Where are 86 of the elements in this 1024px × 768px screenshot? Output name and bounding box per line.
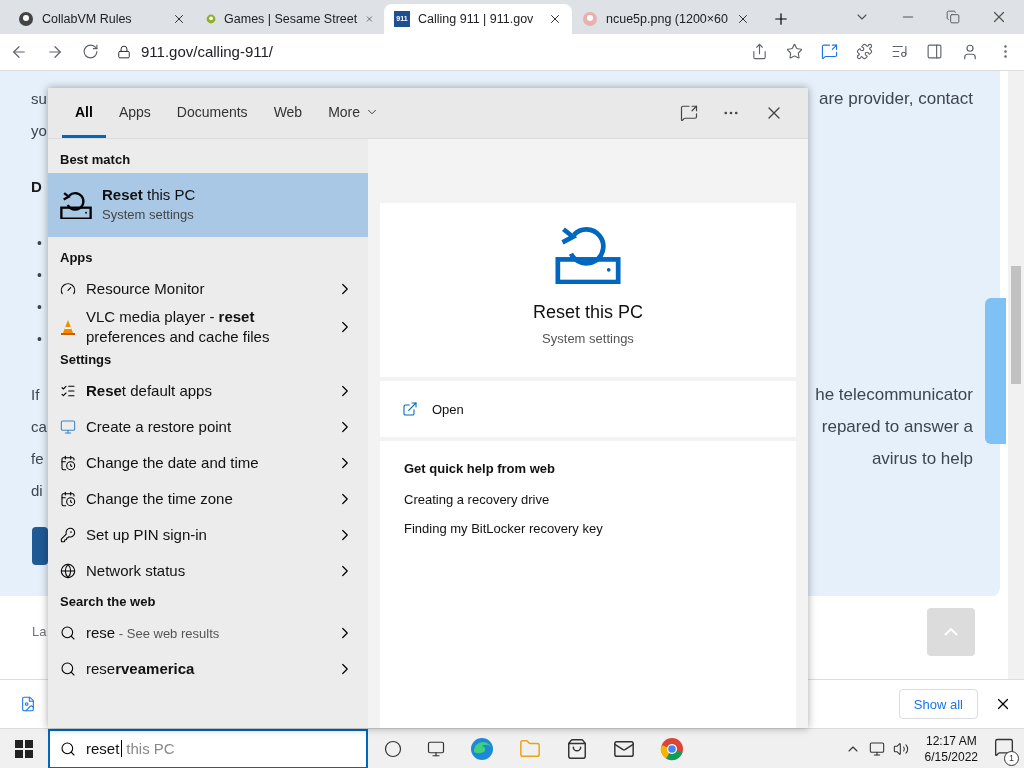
search-icon: [60, 625, 76, 641]
restore-icon[interactable]: [946, 9, 960, 24]
section-heading: Search the web: [59, 592, 157, 611]
open-icon: [402, 401, 418, 417]
windows-logo-icon[interactable]: [15, 739, 33, 758]
help-link[interactable]: Creating a recovery drive: [404, 492, 772, 507]
paragraph-text: fe: [31, 450, 44, 468]
edge-browser-icon[interactable]: [470, 736, 494, 761]
paragraph-text: ca: [31, 418, 47, 436]
bullet: •: [36, 266, 42, 283]
search-result[interactable]: Set up PIN sign-in: [48, 517, 368, 553]
monitor-icon: [60, 419, 76, 435]
feedback-icon[interactable]: [680, 104, 698, 122]
search-result[interactable]: reserveamerica: [48, 651, 368, 687]
paragraph-text: avirus to help: [871, 448, 973, 469]
calendar-clock-icon: [60, 455, 76, 471]
section-heading: Best match: [59, 150, 132, 169]
help-heading: Get quick help from web: [404, 461, 556, 476]
paragraph-text: di: [31, 482, 43, 500]
paragraph-text: he telecommunicator: [815, 384, 973, 405]
reload-icon[interactable]: [82, 43, 99, 61]
section-heading: Settings: [59, 350, 113, 369]
search-icon: [60, 661, 76, 677]
chevron-up-icon: [944, 627, 958, 636]
bullet: •: [36, 298, 42, 315]
paragraph-text: are provider, contact: [818, 88, 973, 109]
help-link[interactable]: Finding my BitLocker recovery key: [404, 521, 772, 536]
filter-tab[interactable]: All: [62, 88, 106, 138]
star-icon[interactable]: [786, 43, 803, 61]
scrollbar[interactable]: [1008, 70, 1024, 680]
file-icon: [20, 696, 36, 713]
filter-tab[interactable]: Documents: [163, 88, 261, 138]
browser-tab[interactable]: ncue5p.png (1200×60: [572, 3, 760, 34]
preview-title: Reset this PC: [532, 302, 643, 324]
page-button[interactable]: [32, 526, 48, 565]
gauge-icon: [60, 281, 76, 297]
traffic-cone-icon: [60, 319, 76, 335]
search-result[interactable]: Change the date and time: [48, 445, 368, 481]
notifications-icon[interactable]: [994, 736, 1014, 757]
chrome-browser-icon[interactable]: [660, 736, 684, 761]
store-icon[interactable]: [566, 737, 588, 760]
profile-icon[interactable]: [961, 42, 979, 61]
paragraph-text: yo: [31, 122, 47, 140]
image-favicon-icon: [582, 10, 598, 27]
reset-drive-icon: [60, 190, 92, 220]
puzzle-icon[interactable]: [856, 43, 873, 61]
section-heading: Apps: [59, 248, 94, 267]
lock-icon: [117, 44, 131, 59]
clock[interactable]: 12:17 AM 6/15/2022: [916, 732, 986, 765]
key-icon: [60, 527, 76, 543]
section-heading: D: [31, 178, 42, 196]
calendar-clock-icon: [60, 491, 76, 507]
paragraph-text: su: [31, 90, 47, 108]
search-field[interactable]: reset this PC: [48, 728, 368, 768]
side-panel-icon[interactable]: [926, 43, 943, 61]
search-result[interactable]: VLC media player - reset preferences and cache files: [48, 307, 368, 347]
share-icon[interactable]: [751, 43, 768, 61]
show-all-button[interactable]: Show all: [898, 689, 978, 720]
reset-drive-icon: [555, 225, 621, 285]
preview-subtitle: System settings: [542, 331, 634, 347]
site-favicon-icon: [18, 10, 34, 27]
address-bar[interactable]: 911.gov/calling-911/: [141, 43, 274, 61]
open-action[interactable]: Open: [402, 401, 464, 417]
list-icon: [60, 383, 76, 399]
browser-tab[interactable]: Games | Sesame Street: [196, 3, 384, 34]
bullet: •: [36, 330, 42, 347]
search-result[interactable]: Change the time zone: [48, 481, 368, 517]
paragraph-text: repared to answer a: [821, 416, 973, 437]
notification-count: 1: [1004, 750, 1019, 766]
paragraph-text: If: [31, 386, 40, 404]
search-result[interactable]: Resource Monitor: [48, 271, 368, 307]
filter-tab[interactable]: More: [315, 88, 393, 138]
search-result[interactable]: Reset default apps: [48, 373, 368, 409]
filter-tab[interactable]: Apps: [105, 88, 164, 138]
bullet: •: [36, 234, 42, 251]
search-result[interactable]: rese - See web results: [48, 615, 368, 651]
volume-icon[interactable]: [892, 740, 909, 757]
search-result[interactable]: Network status: [48, 553, 368, 589]
filter-tab[interactable]: Web: [260, 88, 316, 138]
cortana-icon[interactable]: [384, 739, 402, 758]
search-result[interactable]: Create a restore point: [48, 409, 368, 445]
search-icon: [60, 740, 76, 757]
last-updated-text: La: [32, 624, 47, 640]
globe-icon: [60, 563, 76, 579]
search-result[interactable]: Reset this PC System settings: [48, 173, 368, 237]
browser-tab[interactable]: CollabVM Rules: [8, 3, 196, 34]
